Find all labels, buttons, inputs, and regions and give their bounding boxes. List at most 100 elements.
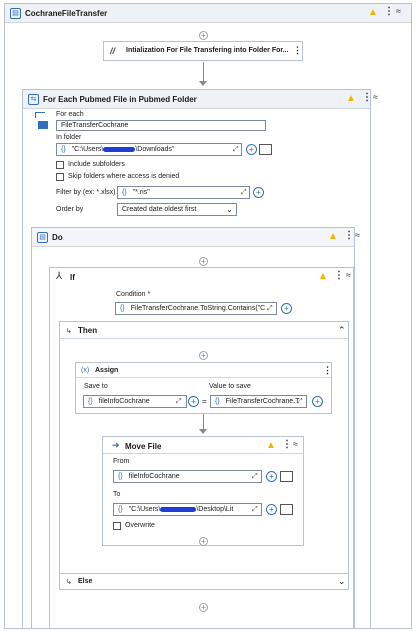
to-field[interactable]: {} "C:\Users\ \Desktop\Lit ⤢ xyxy=(113,503,262,516)
to-label: To xyxy=(113,491,121,498)
from-expand-icon[interactable]: ⤢ xyxy=(252,471,258,482)
init-activity[interactable]: // Intialization For File Transfering in… xyxy=(103,41,303,61)
assign-header-divider xyxy=(76,377,331,378)
if-collapse-icon[interactable]: ≈ xyxy=(346,270,351,280)
do-warning-icon[interactable]: ▲ xyxy=(328,231,338,242)
in-folder-field[interactable]: {} "C:\Users\ \Downloads" ⤢ xyxy=(56,143,242,156)
connector-arrow xyxy=(199,81,207,86)
then-title: Then xyxy=(78,326,98,335)
condition-label: Condition * xyxy=(116,291,151,298)
foreach-collapse-icon[interactable]: ≈ xyxy=(373,92,378,102)
add-activity-icon[interactable]: + xyxy=(199,31,208,40)
browse-folder-icon[interactable] xyxy=(259,144,272,155)
in-folder-value-start: "C:\Users\ xyxy=(71,146,104,153)
do-add-activity-icon[interactable]: + xyxy=(199,257,208,266)
foreach-more-icon[interactable]: ⋮ xyxy=(362,92,372,103)
order-value: Created date oldest first xyxy=(122,206,197,213)
overwrite-label: Overwrite xyxy=(125,522,155,529)
assign-more-icon[interactable]: ⋮ xyxy=(323,365,332,376)
skip-folders-checkbox[interactable] xyxy=(56,173,64,181)
condition-add-button[interactable]: + xyxy=(281,303,292,314)
if-branch-icon: ⅄ xyxy=(56,271,63,282)
for-each-item-field[interactable]: FileTransferCochrane xyxy=(56,120,266,131)
move-file-header[interactable]: ➜ Move File ▲ ⋮ ≈ xyxy=(103,437,303,454)
from-expression-icon: {} xyxy=(118,473,123,480)
save-to-expand-icon[interactable]: ⤢ xyxy=(176,396,182,407)
include-subfolders-label: Include subfolders xyxy=(68,161,125,168)
condition-field[interactable]: {} FileTransferCochrane.ToString.Contains… xyxy=(115,302,277,315)
skip-folders-label: Skip folders where access is denied xyxy=(68,173,180,180)
from-label: From xyxy=(113,458,130,465)
filter-value: "*.ris" xyxy=(132,189,150,196)
then-chevron-icon[interactable]: ⌃ xyxy=(338,325,346,336)
move-file-title: Move File xyxy=(125,442,162,451)
else-chevron-icon[interactable]: ⌄ xyxy=(338,576,346,587)
assign-variable-icon: (x) xyxy=(81,367,90,374)
else-panel[interactable]: ↳ Else ⌄ xyxy=(59,573,349,590)
foreach-header[interactable]: ⇆ For Each Pubmed File in Pubmed Folder … xyxy=(23,90,378,109)
to-browse-icon[interactable] xyxy=(280,504,293,515)
filter-expand-icon[interactable]: ⤢ xyxy=(241,187,247,198)
order-select[interactable]: Created date oldest first ⌄ xyxy=(117,203,237,216)
value-to-save-field[interactable]: {} FileTransferCochrane.T ⤢ xyxy=(210,395,307,408)
in-folder-label: In folder xyxy=(56,134,82,141)
redacted-path xyxy=(160,506,197,512)
do-collapse-icon[interactable]: ≈ xyxy=(355,230,360,240)
move-add-activity-icon[interactable]: + xyxy=(199,537,208,546)
move-file-panel: ➜ Move File ▲ ⋮ ≈ xyxy=(102,436,304,546)
more-options-icon[interactable]: ⋮ xyxy=(384,6,394,17)
comment-icon: // xyxy=(110,46,116,56)
condition-expression-icon: {} xyxy=(120,305,125,312)
include-subfolders-checkbox[interactable] xyxy=(56,161,64,169)
filter-expression-icon: {} xyxy=(122,189,127,196)
filter-label: Filter by (ex: *.xlsx) xyxy=(56,189,116,196)
foreach-warning-icon[interactable]: ▲ xyxy=(346,93,356,104)
do-header[interactable]: ▤ Do ▲ ⋮ ≈ xyxy=(32,228,360,247)
from-add-button[interactable]: + xyxy=(266,471,277,482)
assign-connector-arrow xyxy=(199,429,207,434)
else-arrow-icon: ↳ xyxy=(66,579,72,586)
foreach-title: For Each Pubmed File in Pubmed Folder xyxy=(43,95,197,104)
value-expression-icon: {} xyxy=(215,398,220,405)
save-to-add-button[interactable]: + xyxy=(188,396,199,407)
if-title: If xyxy=(70,273,75,282)
init-activity-title: Intialization For File Transfering into … xyxy=(126,47,289,54)
move-more-icon[interactable]: ⋮ xyxy=(282,439,292,450)
save-to-field[interactable]: {} fileInfoCochrane ⤢ xyxy=(83,395,187,408)
sequence-icon: ▤ xyxy=(10,8,21,19)
loop-icon xyxy=(33,110,49,130)
workflow-header[interactable]: ▤ CochraneFileTransfer ▲ ⋮ ≈ xyxy=(5,4,411,23)
filter-add-button[interactable]: + xyxy=(253,187,264,198)
from-browse-icon[interactable] xyxy=(280,471,293,482)
then-add-activity-icon[interactable]: + xyxy=(199,351,208,360)
if-more-icon[interactable]: ⋮ xyxy=(334,270,344,281)
do-bottom-add-activity-icon[interactable]: + xyxy=(199,603,208,612)
if-warning-icon[interactable]: ▲ xyxy=(318,271,328,282)
expression-icon: {} xyxy=(61,146,66,153)
to-expression-icon: {} xyxy=(118,506,123,513)
do-title: Do xyxy=(52,233,63,242)
value-expand-icon[interactable]: ⤢ xyxy=(297,396,303,407)
expand-icon[interactable]: ⤢ xyxy=(233,144,239,155)
value-to-save-label: Value to save xyxy=(209,383,251,390)
condition-expand-icon[interactable]: ⤢ xyxy=(267,303,273,314)
else-title: Else xyxy=(78,578,93,585)
then-header[interactable]: ↳ Then ⌃ xyxy=(60,322,348,339)
move-collapse-icon[interactable]: ≈ xyxy=(293,439,298,449)
warning-icon[interactable]: ▲ xyxy=(368,7,378,18)
value-add-button[interactable]: + xyxy=(312,396,323,407)
from-field[interactable]: {} fileInfoCochrane ⤢ xyxy=(113,470,262,483)
do-more-icon[interactable]: ⋮ xyxy=(344,230,354,241)
init-more-icon[interactable]: ⋮ xyxy=(293,45,302,56)
overwrite-checkbox[interactable] xyxy=(113,522,121,530)
in-folder-add-button[interactable]: + xyxy=(246,144,257,155)
then-arrow-icon: ↳ xyxy=(66,328,72,335)
save-to-label: Save to xyxy=(84,383,108,390)
to-expand-icon[interactable]: ⤢ xyxy=(252,504,258,515)
filter-field[interactable]: {} "*.ris" ⤢ xyxy=(117,186,250,199)
if-header[interactable]: ⅄ If ▲ ⋮ ≈ xyxy=(50,268,353,287)
do-sequence-icon: ▤ xyxy=(37,232,48,243)
to-add-button[interactable]: + xyxy=(266,504,277,515)
collapse-icon[interactable]: ≈ xyxy=(396,6,401,16)
move-warning-icon[interactable]: ▲ xyxy=(266,440,276,451)
